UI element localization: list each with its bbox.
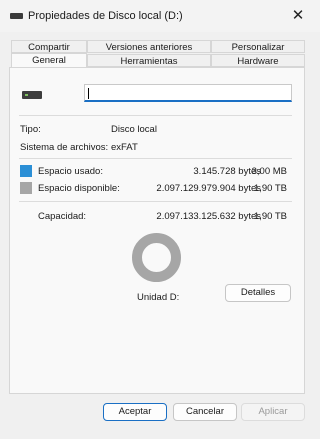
free-space-bytes: 2.097.129.979.904 bytes: [156, 183, 261, 194]
type-value: Disco local: [111, 124, 157, 135]
free-space-swatch: [20, 182, 32, 194]
used-space-label: Espacio usado:: [38, 166, 103, 177]
filesystem-label: Sistema de archivos:: [20, 142, 109, 153]
title-bar: Propiedades de Disco local (D:) ✕: [0, 0, 320, 32]
ok-button[interactable]: Aceptar: [103, 403, 167, 421]
drive-name-input[interactable]: [84, 84, 292, 102]
general-panel: [9, 67, 305, 394]
free-space-short: 1,90 TB: [253, 183, 287, 194]
tab-hardware[interactable]: Hardware: [211, 54, 305, 67]
type-label: Tipo:: [20, 124, 41, 135]
used-space-swatch: [20, 165, 32, 177]
free-space-label: Espacio disponible:: [38, 183, 120, 194]
usage-donut-chart: [132, 233, 181, 282]
drive-icon: [10, 13, 23, 19]
used-space-short: 3,00 MB: [251, 166, 287, 177]
tab-general[interactable]: General: [11, 53, 87, 68]
tab-compartir[interactable]: Compartir: [11, 40, 87, 53]
apply-button: Aplicar: [241, 403, 305, 421]
drive-icon: [22, 91, 42, 99]
capacity-label: Capacidad:: [38, 211, 87, 222]
filesystem-value: exFAT: [111, 142, 138, 153]
tab-herramientas[interactable]: Herramientas: [87, 54, 211, 67]
divider: [19, 201, 292, 202]
tab-personalizar[interactable]: Personalizar: [211, 40, 305, 53]
window-title: Propiedades de Disco local (D:): [28, 10, 183, 22]
divider: [19, 115, 292, 116]
divider: [19, 158, 292, 159]
tab-versiones-anteriores[interactable]: Versiones anteriores: [87, 40, 211, 53]
capacity-short: 1,90 TB: [253, 211, 287, 222]
text-caret: [88, 88, 89, 99]
capacity-bytes: 2.097.133.125.632 bytes: [156, 211, 261, 222]
cancel-button[interactable]: Cancelar: [173, 403, 237, 421]
close-icon[interactable]: ✕: [290, 6, 306, 26]
details-button[interactable]: Detalles: [225, 284, 291, 302]
drive-letter-label: Unidad D:: [137, 292, 180, 303]
